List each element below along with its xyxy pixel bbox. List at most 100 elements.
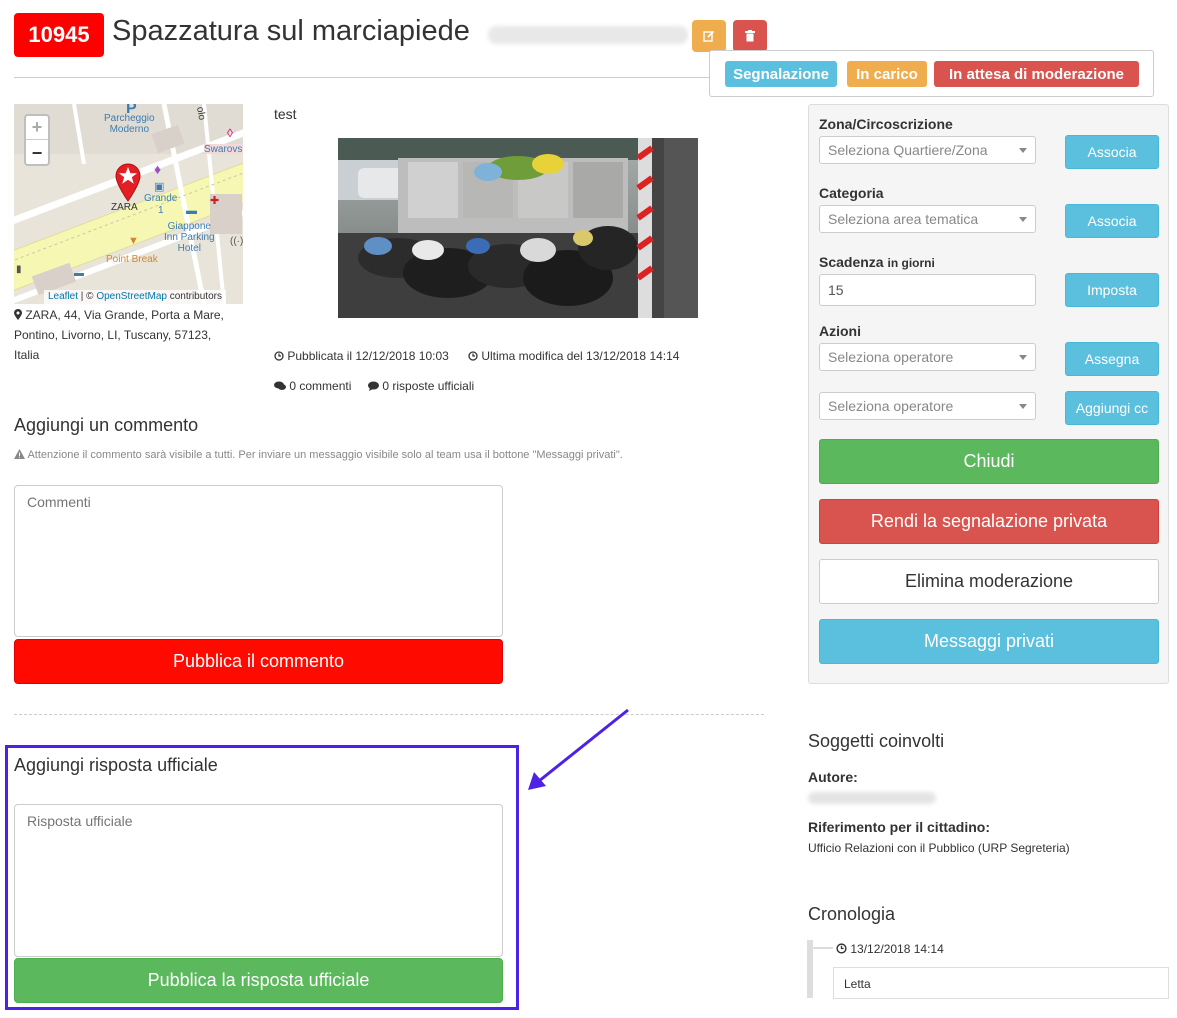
comment-icon [368,381,379,391]
zone-select[interactable]: Seleziona Quartiere/Zona [819,136,1036,164]
report-state-badge: In carico [847,61,927,87]
attribution-tail: contributors [166,291,222,302]
location-map[interactable]: P Parcheggio Moderno Swarovs ◊ olo ZARA … [14,104,243,304]
category-label: Categoria [819,185,884,201]
private-messages-button[interactable]: Messaggi privati [819,619,1159,664]
operator-select[interactable]: Seleziona operatore [819,343,1036,371]
clock-icon [274,351,284,361]
assign-button[interactable]: Assegna [1065,342,1159,376]
map-label-parking: Parcheggio Moderno [104,113,155,135]
shirt-icon: ♦ [154,161,162,177]
category-select[interactable]: Seleziona area tematica [819,205,1036,233]
actions-label: Azioni [819,323,861,339]
trash-icon [745,30,755,42]
moderation-badge: In attesa di moderazione [934,61,1139,87]
edit-button[interactable] [692,20,726,52]
operator-select-value: Seleziona operatore [828,349,954,365]
associate-category-button[interactable]: Associa [1065,204,1159,238]
edit-icon [703,30,715,42]
associate-zone-button[interactable]: Associa [1065,135,1159,169]
cc-operator-select[interactable]: Seleziona operatore [819,392,1036,420]
hotel-icon-2: ▬ [74,268,84,279]
map-label-swarovski: Swarovs [204,144,243,155]
hotel-icon: ▬ [186,205,197,217]
report-photo[interactable] [338,138,698,318]
annotation-highlight-box [5,745,519,1010]
comment-textarea[interactable] [14,485,503,637]
clock-icon [468,351,478,361]
garbage-photo [338,138,698,318]
author-name-redacted [488,26,688,44]
address: ZARA, 44, Via Grande, Porta a Mare, Pont… [14,305,236,365]
ring-icon: ◊ [227,126,233,140]
report-description: test [274,106,297,122]
map-attribution: Leaflet | © OpenStreetMap contributors [44,290,226,304]
cc-operator-select-value: Seleziona operatore [828,398,954,414]
section-divider [14,714,764,715]
involved-heading: Soggetti coinvolti [808,731,945,751]
zoom-in-button[interactable]: + [26,116,48,140]
make-private-button[interactable]: Rendi la segnalazione privata [819,499,1159,544]
map-label-point-break: Point Break [106,254,158,265]
chevron-down-icon [1019,404,1027,409]
comments-icon [274,381,286,390]
deadline-label-text: Scadenza [819,254,884,270]
map-marker-icon[interactable] [114,162,142,202]
timeline-connector [813,947,833,949]
author-value-redacted [808,792,936,804]
replies-count-text: 0 risposte ufficiali [382,379,475,393]
deadline-label: Scadenza in giorni [819,254,935,270]
wifi-icon: ((·)) [230,236,243,247]
timeline-entry: Letta [833,967,1169,999]
published-text: Pubblicata il 12/12/2018 10:03 [287,349,449,363]
set-deadline-button[interactable]: Imposta [1065,273,1159,307]
chevron-down-icon [1019,355,1027,360]
management-panel: Zona/Circoscrizione Seleziona Quartiere/… [808,104,1169,684]
header-divider [14,77,764,78]
replies-count[interactable]: 0 risposte ufficiali [368,379,474,393]
timeline-date: 13/12/2018 14:14 [836,942,944,956]
published-date: Pubblicata il 12/12/2018 10:03 [274,349,449,363]
timeline-heading: Cronologia [808,904,896,924]
report-id-badge: 10945 [14,13,104,57]
zoom-out-button[interactable]: − [26,141,48,165]
leaflet-link[interactable]: Leaflet [48,291,78,302]
ice-cream-icon: ▼ [128,235,139,247]
osm-link[interactable]: OpenStreetMap [96,291,167,302]
comment-warning-text: Attenzione il commento sarà visibile a t… [27,449,623,461]
report-type-badge: Segnalazione [725,61,837,87]
address-text: ZARA, 44, Via Grande, Porta a Mare, Pont… [14,308,224,362]
chevron-down-icon [1019,217,1027,222]
bus-icon: ▣ [154,181,165,193]
close-report-button[interactable]: Chiudi [819,439,1159,484]
timeline-date-text: 13/12/2018 14:14 [850,942,944,956]
pharmacy-icon: ✚ [210,195,220,207]
deadline-input[interactable]: 15 [819,274,1036,306]
map-label-street: olo [194,105,208,122]
map-label-grande-number: 1 [158,205,164,216]
deadline-unit: in giorni [887,256,935,270]
remove-moderation-button[interactable]: Elimina moderazione [819,559,1159,604]
author-label: Autore: [808,769,858,785]
delete-button[interactable] [733,20,767,52]
map-marker-small-icon [14,309,22,320]
zone-label: Zona/Circoscrizione [819,116,953,132]
map-zoom-control: + − [24,114,50,166]
annotation-arrow-icon [528,708,629,790]
map-label-zara: ZARA [111,202,138,213]
publish-comment-button[interactable]: Pubblica il commento [14,639,503,684]
modified-date: Ultima modifica del 13/12/2018 14:14 [468,349,679,363]
attribution-separator: | © [78,291,97,302]
status-popover: Segnalazione In carico In attesa di mode… [709,50,1154,97]
comment-warning: Attenzione il commento sarà visibile a t… [14,449,623,461]
comments-count[interactable]: 0 commenti [274,379,351,393]
warning-icon [14,449,25,459]
page-title: Spazzatura sul marciapiede [112,15,470,47]
map-label-hotel: Giappone Inn Parking Hotel [164,221,215,254]
comment-heading: Aggiungi un commento [14,415,199,435]
modified-text: Ultima modifica del 13/12/2018 14:14 [481,349,680,363]
add-cc-button[interactable]: Aggiungi cc [1065,391,1159,425]
traffic-light-icon: ▮ [16,264,22,275]
reference-value: Ufficio Relazioni con il Pubblico (URP S… [808,841,1070,855]
reference-label: Riferimento per il cittadino: [808,819,991,835]
